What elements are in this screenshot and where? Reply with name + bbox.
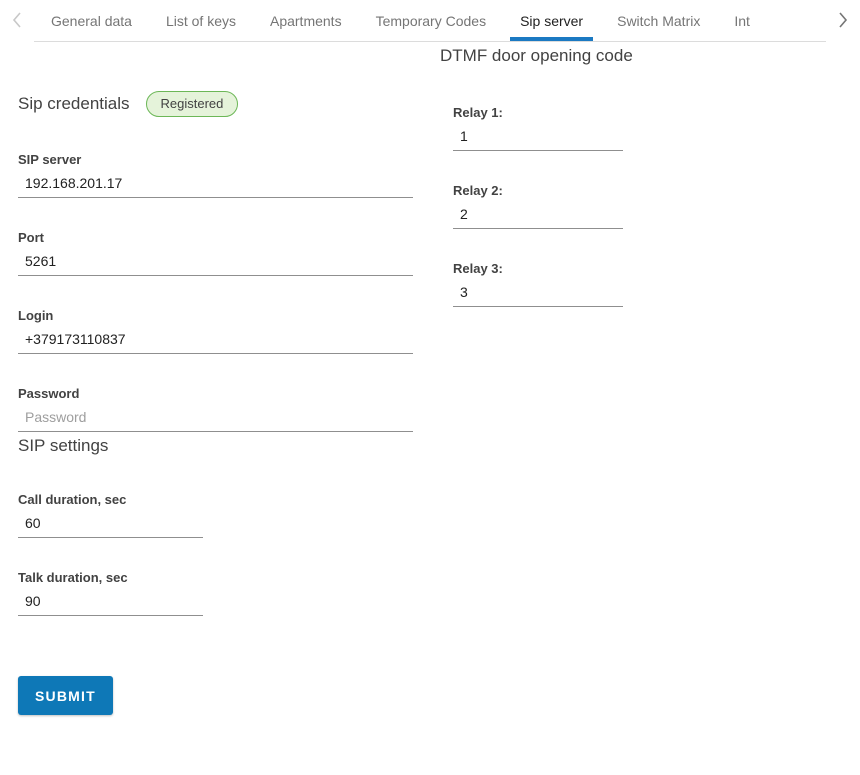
tabs-scroll-right-button[interactable] (826, 0, 860, 42)
tab-temporary-codes[interactable]: Temporary Codes (359, 0, 504, 41)
registration-status-badge: Registered (146, 91, 239, 117)
call-duration-input[interactable] (18, 507, 203, 538)
password-label: Password (18, 386, 413, 401)
relay-3-input[interactable] (453, 276, 623, 307)
chevron-right-icon (838, 12, 848, 31)
relay-2-input[interactable] (453, 198, 623, 229)
relay-3-field-group: Relay 3: (453, 261, 650, 307)
chevron-left-icon (12, 12, 22, 31)
call-duration-field-group: Call duration, sec (18, 492, 413, 538)
relay-2-field-group: Relay 2: (453, 183, 650, 229)
relay-2-label: Relay 2: (453, 183, 650, 198)
submit-button[interactable]: SUBMIT (18, 676, 113, 715)
password-field-group: Password (18, 386, 413, 432)
tab-apartments[interactable]: Apartments (253, 0, 359, 41)
talk-duration-label: Talk duration, sec (18, 570, 413, 585)
talk-duration-field-group: Talk duration, sec (18, 570, 413, 616)
tab-switch-matrix[interactable]: Switch Matrix (600, 0, 717, 41)
relay-1-field-group: Relay 1: (453, 105, 650, 151)
sip-server-input[interactable] (18, 167, 413, 198)
sip-server-field-group: SIP server (18, 152, 413, 198)
sip-server-page: Sip credentials Registered SIP server Po… (0, 42, 860, 715)
sip-server-label: SIP server (18, 152, 413, 167)
sip-credentials-heading-row: Sip credentials Registered (18, 90, 413, 118)
port-field-group: Port (18, 230, 413, 276)
port-input[interactable] (18, 245, 413, 276)
relay-1-input[interactable] (453, 120, 623, 151)
sip-credentials-title: Sip credentials (18, 90, 130, 118)
tab-list-of-keys[interactable]: List of keys (149, 0, 253, 41)
sip-credentials-section: Sip credentials Registered SIP server Po… (18, 42, 413, 715)
dtmf-section: DTMF door opening code Relay 1: Relay 2:… (440, 42, 650, 307)
talk-duration-input[interactable] (18, 585, 203, 616)
relay-fields: Relay 1: Relay 2: Relay 3: (453, 105, 650, 307)
sip-settings-title: SIP settings (18, 432, 413, 460)
login-input[interactable] (18, 323, 413, 354)
port-label: Port (18, 230, 413, 245)
tab-sip-server[interactable]: Sip server (503, 0, 600, 41)
password-input[interactable] (18, 401, 413, 432)
call-duration-label: Call duration, sec (18, 492, 413, 507)
dtmf-title: DTMF door opening code (440, 42, 635, 70)
tab-list: General data List of keys Apartments Tem… (34, 0, 826, 42)
login-label: Login (18, 308, 413, 323)
tab-int-truncated[interactable]: Int (717, 0, 750, 41)
relay-1-label: Relay 1: (453, 105, 650, 120)
tab-bar: General data List of keys Apartments Tem… (0, 0, 860, 42)
login-field-group: Login (18, 308, 413, 354)
relay-3-label: Relay 3: (453, 261, 650, 276)
tab-general-data[interactable]: General data (34, 0, 149, 41)
tabs-scroll-left-button[interactable] (0, 0, 34, 42)
